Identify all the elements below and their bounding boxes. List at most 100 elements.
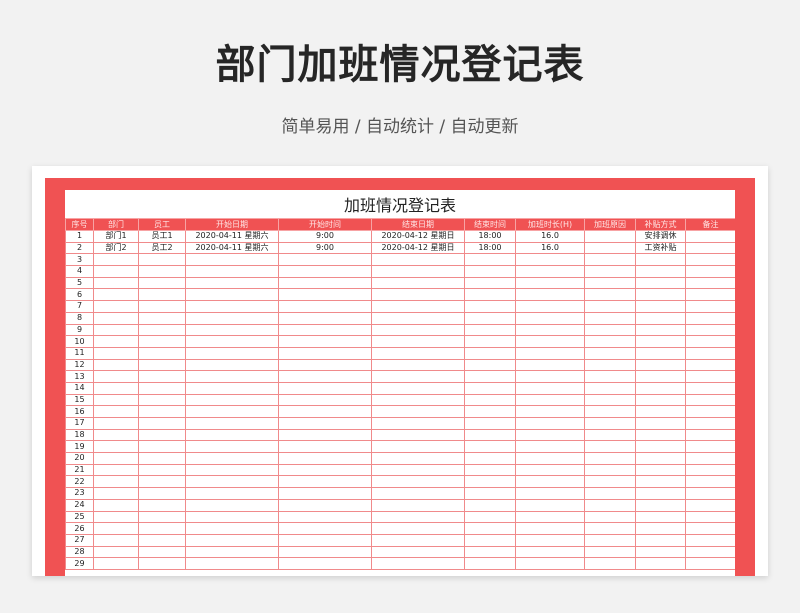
cell-end-time[interactable]	[464, 393, 516, 407]
cell-compensation-method[interactable]	[635, 405, 686, 418]
cell-remarks[interactable]	[685, 522, 735, 535]
cell-department[interactable]	[93, 463, 139, 477]
cell-remarks[interactable]	[685, 358, 735, 372]
cell-end-time[interactable]	[464, 323, 516, 337]
cell-row-number[interactable]: 10	[65, 335, 94, 348]
cell-compensation-method[interactable]	[635, 311, 686, 325]
cell-overtime-hours[interactable]	[515, 335, 585, 348]
cell-remarks[interactable]	[685, 510, 735, 524]
cell-remarks[interactable]	[685, 557, 735, 570]
cell-start-time[interactable]	[278, 381, 372, 395]
cell-start-date[interactable]	[185, 452, 279, 465]
cell-overtime-reason[interactable]	[584, 393, 636, 407]
cell-department[interactable]	[93, 393, 139, 407]
cell-start-time[interactable]	[278, 545, 372, 559]
cell-compensation-method[interactable]	[635, 440, 686, 454]
cell-remarks[interactable]	[685, 440, 735, 454]
cell-department[interactable]	[93, 487, 139, 500]
cell-department[interactable]	[93, 323, 139, 337]
cell-overtime-hours[interactable]	[515, 522, 585, 535]
cell-end-date[interactable]	[371, 358, 465, 372]
cell-overtime-hours[interactable]	[515, 533, 585, 547]
cell-start-time[interactable]	[278, 452, 372, 465]
cell-overtime-hours[interactable]	[515, 288, 585, 302]
cell-remarks[interactable]	[685, 335, 735, 348]
cell-overtime-hours[interactable]: 16.0	[515, 230, 585, 243]
cell-overtime-hours[interactable]	[515, 311, 585, 325]
cell-row-number[interactable]: 18	[65, 428, 94, 442]
cell-start-date[interactable]	[185, 463, 279, 477]
cell-overtime-hours[interactable]	[515, 417, 585, 430]
cell-start-time[interactable]	[278, 440, 372, 454]
cell-compensation-method[interactable]	[635, 288, 686, 302]
cell-overtime-reason[interactable]	[584, 230, 636, 243]
cell-department[interactable]	[93, 498, 139, 512]
cell-overtime-reason[interactable]	[584, 533, 636, 547]
cell-start-date[interactable]	[185, 522, 279, 535]
cell-overtime-hours[interactable]	[515, 300, 585, 313]
cell-overtime-reason[interactable]	[584, 487, 636, 500]
cell-end-time[interactable]: 18:00	[464, 230, 516, 243]
cell-row-number[interactable]: 14	[65, 381, 94, 395]
cell-end-time[interactable]	[464, 405, 516, 418]
cell-overtime-hours[interactable]	[515, 487, 585, 500]
cell-compensation-method[interactable]	[635, 452, 686, 465]
cell-department[interactable]	[93, 533, 139, 547]
cell-start-time[interactable]	[278, 311, 372, 325]
cell-remarks[interactable]	[685, 346, 735, 360]
cell-employee[interactable]	[138, 300, 186, 313]
cell-compensation-method[interactable]	[635, 370, 686, 383]
cell-remarks[interactable]	[685, 300, 735, 313]
cell-start-time[interactable]	[278, 393, 372, 407]
cell-overtime-reason[interactable]	[584, 557, 636, 570]
cell-start-date[interactable]	[185, 440, 279, 454]
cell-employee[interactable]	[138, 533, 186, 547]
cell-employee[interactable]	[138, 487, 186, 500]
cell-end-time[interactable]	[464, 428, 516, 442]
cell-employee[interactable]	[138, 440, 186, 454]
cell-department[interactable]	[93, 440, 139, 454]
cell-start-date[interactable]	[185, 346, 279, 360]
cell-end-date[interactable]	[371, 428, 465, 442]
cell-end-time[interactable]	[464, 557, 516, 570]
cell-employee[interactable]	[138, 381, 186, 395]
cell-row-number[interactable]: 6	[65, 288, 94, 302]
cell-start-time[interactable]	[278, 428, 372, 442]
cell-overtime-reason[interactable]	[584, 276, 636, 290]
cell-department[interactable]	[93, 452, 139, 465]
cell-department[interactable]	[93, 311, 139, 325]
cell-end-time[interactable]	[464, 417, 516, 430]
cell-department[interactable]	[93, 253, 139, 267]
cell-start-time[interactable]	[278, 370, 372, 383]
cell-start-date[interactable]: 2020-04-11 星期六	[185, 241, 279, 255]
cell-start-time[interactable]	[278, 276, 372, 290]
cell-end-time[interactable]	[464, 510, 516, 524]
cell-start-date[interactable]	[185, 381, 279, 395]
cell-end-time[interactable]	[464, 522, 516, 535]
cell-department[interactable]	[93, 335, 139, 348]
cell-remarks[interactable]	[685, 370, 735, 383]
cell-remarks[interactable]	[685, 545, 735, 559]
cell-end-time[interactable]	[464, 498, 516, 512]
cell-row-number[interactable]: 7	[65, 300, 94, 313]
cell-employee[interactable]: 员工1	[138, 230, 186, 243]
cell-department[interactable]: 部门2	[93, 241, 139, 255]
cell-start-time[interactable]	[278, 475, 372, 489]
cell-remarks[interactable]	[685, 230, 735, 243]
cell-compensation-method[interactable]	[635, 393, 686, 407]
cell-employee[interactable]	[138, 405, 186, 418]
cell-overtime-reason[interactable]	[584, 300, 636, 313]
cell-overtime-reason[interactable]	[584, 265, 636, 278]
cell-remarks[interactable]	[685, 288, 735, 302]
cell-row-number[interactable]: 8	[65, 311, 94, 325]
cell-row-number[interactable]: 4	[65, 265, 94, 278]
cell-compensation-method[interactable]	[635, 522, 686, 535]
cell-end-date[interactable]	[371, 300, 465, 313]
cell-row-number[interactable]: 15	[65, 393, 94, 407]
cell-remarks[interactable]	[685, 381, 735, 395]
cell-compensation-method[interactable]	[635, 545, 686, 559]
cell-end-time[interactable]	[464, 358, 516, 372]
cell-overtime-reason[interactable]	[584, 417, 636, 430]
cell-start-date[interactable]	[185, 405, 279, 418]
cell-compensation-method[interactable]	[635, 346, 686, 360]
